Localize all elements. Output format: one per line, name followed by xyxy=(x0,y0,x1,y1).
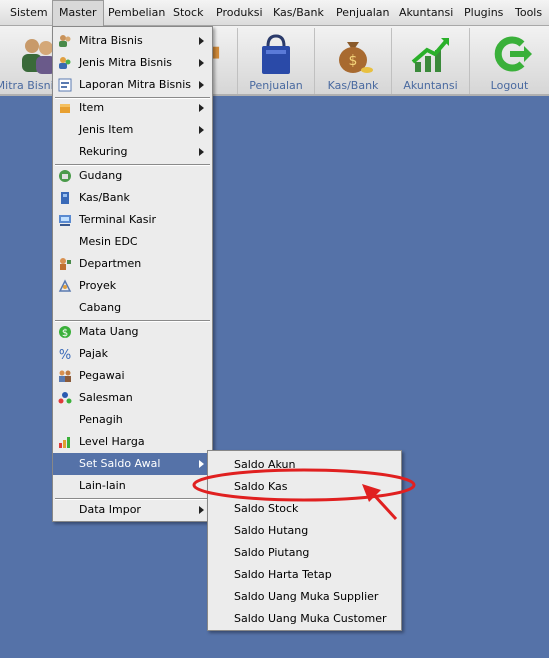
submenu-item-saldo-kas[interactable]: Saldo Kas xyxy=(208,476,401,498)
toolbar-label: Kas/Bank xyxy=(327,79,379,92)
submenu-arrow-icon xyxy=(199,104,204,112)
people-group-icon xyxy=(59,57,71,69)
toolbar-kas-bank-button[interactable]: $ Kas/Bank xyxy=(315,28,392,94)
menu-item-item[interactable]: Item xyxy=(53,97,212,119)
price-level-icon xyxy=(59,437,70,448)
report-icon xyxy=(58,78,72,92)
submenu-item-saldo-uang-muka-supplier[interactable]: Saldo Uang Muka Supplier xyxy=(208,586,401,608)
menu-stock[interactable]: Stock xyxy=(173,0,203,26)
submenu-arrow-icon xyxy=(199,460,204,468)
toolbar-label: Akuntansi xyxy=(403,79,458,92)
menu-pembelian[interactable]: Pembelian xyxy=(108,0,165,26)
submenu-item-saldo-piutang[interactable]: Saldo Piutang xyxy=(208,542,401,564)
cash-register-icon xyxy=(59,215,71,226)
menu-item-data-impor[interactable]: Data Impor xyxy=(53,499,212,521)
department-icon xyxy=(60,258,71,270)
submenu-arrow-icon xyxy=(199,37,204,45)
menu-bar: Sistem Master Pembelian Stock Produksi K… xyxy=(0,0,549,26)
menu-item-gudang[interactable]: Gudang xyxy=(53,165,212,187)
toolbar-hidden-button[interactable] xyxy=(210,28,238,94)
menu-item-pegawai[interactable]: Pegawai xyxy=(53,365,212,387)
submenu-arrow-icon xyxy=(199,126,204,134)
toolbar-label: Penjualan xyxy=(249,79,303,92)
menu-item-pajak[interactable]: % Pajak xyxy=(53,343,212,365)
menu-item-lain-lain[interactable]: Lain-lain xyxy=(53,475,212,497)
menu-item-jenis-item[interactable]: Jenis Item xyxy=(53,119,212,141)
menu-item-laporan-mitra-bisnis[interactable]: Laporan Mitra Bisnis xyxy=(53,74,212,96)
toolbar-label: Logout xyxy=(490,79,529,92)
toolbar-logout-button[interactable]: Logout xyxy=(470,28,549,94)
menu-kas-bank[interactable]: Kas/Bank xyxy=(273,0,324,26)
menu-item-jenis-mitra-bisnis[interactable]: Jenis Mitra Bisnis xyxy=(53,52,212,74)
menu-item-terminal-kasir[interactable]: Terminal Kasir xyxy=(53,209,212,231)
box-icon xyxy=(60,104,70,113)
menu-item-departmen[interactable]: Departmen xyxy=(53,253,212,275)
menu-akuntansi[interactable]: Akuntansi xyxy=(399,0,453,26)
set-saldo-awal-submenu: Saldo Akun Saldo Kas Saldo Stock Saldo H… xyxy=(207,450,402,631)
submenu-item-saldo-harta-tetap[interactable]: Saldo Harta Tetap xyxy=(208,564,401,586)
menu-item-salesman[interactable]: Salesman xyxy=(53,387,212,409)
people-icon xyxy=(59,35,71,47)
menu-item-mitra-bisnis[interactable]: Mitra Bisnis xyxy=(53,30,212,52)
menu-item-mata-uang[interactable]: $ Mata Uang xyxy=(53,321,212,343)
menu-item-rekuring[interactable]: Rekuring xyxy=(53,141,212,163)
menu-item-cabang[interactable]: Cabang xyxy=(53,297,212,319)
submenu-item-saldo-stock[interactable]: Saldo Stock xyxy=(208,498,401,520)
submenu-item-saldo-akun[interactable]: Saldo Akun xyxy=(208,454,401,476)
submenu-item-saldo-uang-muka-customer[interactable]: Saldo Uang Muka Customer xyxy=(208,608,401,630)
salesman-icon xyxy=(58,392,72,404)
money-bag-icon: $ xyxy=(339,42,373,73)
submenu-arrow-icon xyxy=(199,506,204,514)
project-icon xyxy=(58,279,72,292)
submenu-item-saldo-hutang[interactable]: Saldo Hutang xyxy=(208,520,401,542)
bank-icon xyxy=(61,192,69,204)
menu-penjualan[interactable]: Penjualan xyxy=(336,0,390,26)
menu-item-mesin-edc[interactable]: Mesin EDC xyxy=(53,231,212,253)
submenu-arrow-icon xyxy=(199,81,204,89)
employees-icon xyxy=(59,370,71,382)
menu-item-level-harga[interactable]: Level Harga xyxy=(53,431,212,453)
toolbar-akuntansi-button[interactable]: Akuntansi xyxy=(392,28,470,94)
menu-plugins[interactable]: Plugins xyxy=(464,0,503,26)
svg-text:%: % xyxy=(59,348,71,361)
menu-tools[interactable]: Tools xyxy=(515,0,542,26)
menu-produksi[interactable]: Produksi xyxy=(216,0,263,26)
menu-item-kas-bank[interactable]: Kas/Bank xyxy=(53,187,212,209)
menu-master[interactable]: Master xyxy=(52,0,104,26)
svg-text:$: $ xyxy=(349,53,358,69)
warehouse-icon xyxy=(59,170,71,182)
shopping-bag-icon xyxy=(262,34,290,74)
currency-icon: $ xyxy=(59,326,71,339)
growth-chart-icon xyxy=(411,38,449,72)
box-icon xyxy=(210,46,220,59)
svg-text:$: $ xyxy=(62,328,68,339)
logout-icon xyxy=(494,36,532,72)
menu-item-proyek[interactable]: Proyek xyxy=(53,275,212,297)
toolbar-penjualan-button[interactable]: Penjualan xyxy=(238,28,315,94)
percent-icon: % xyxy=(59,348,71,361)
menu-item-penagih[interactable]: Penagih xyxy=(53,409,212,431)
menu-sistem[interactable]: Sistem xyxy=(10,0,48,26)
master-menu: Mitra Bisnis Jenis Mitra Bisnis Laporan … xyxy=(52,26,213,522)
submenu-arrow-icon xyxy=(199,148,204,156)
submenu-arrow-icon xyxy=(199,59,204,67)
menu-item-set-saldo-awal[interactable]: Set Saldo Awal xyxy=(53,453,212,475)
